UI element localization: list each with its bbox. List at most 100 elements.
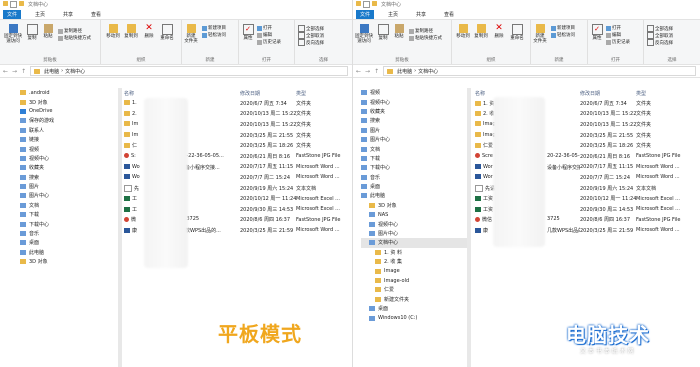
nav-item[interactable]: 2. 收 集 <box>361 257 471 266</box>
up-icon[interactable]: ↑ <box>21 68 26 75</box>
rename-button[interactable]: 重命名 <box>509 24 525 41</box>
file-date: 2020/9/30 周三 14:53 <box>240 206 294 213</box>
nav-item[interactable]: 1. 资 料 <box>361 248 471 257</box>
up-icon[interactable]: ↑ <box>374 68 379 75</box>
tab-home[interactable]: 主页 <box>31 10 49 19</box>
forward-icon[interactable]: → <box>365 68 370 75</box>
nav-scrollbar[interactable] <box>118 88 122 367</box>
column-header-cell[interactable]: 类型 <box>636 90 696 97</box>
tab-home[interactable]: 主页 <box>384 10 402 19</box>
pin-quick-access-button[interactable]: 固定到快 速访问 <box>4 24 22 44</box>
nav-item[interactable]: 桌面 <box>361 182 471 191</box>
open-button[interactable]: 打开 <box>257 25 272 31</box>
back-icon[interactable]: ← <box>356 68 361 75</box>
folder-icon[interactable] <box>356 1 361 6</box>
edit-button[interactable]: 编辑 <box>606 32 621 38</box>
new-folder-button[interactable]: 新建 文件夹 <box>184 24 198 44</box>
properties-button[interactable]: ✓ 属性 <box>591 24 603 41</box>
select-all-button[interactable]: 全部选择 <box>298 25 324 32</box>
new-folder-icon[interactable] <box>19 1 24 6</box>
nav-item[interactable]: 仁爱 <box>361 285 471 294</box>
paste-shortcut-button[interactable]: 粘贴快捷方式 <box>409 35 442 41</box>
forward-icon[interactable]: → <box>12 68 17 75</box>
column-header-cell[interactable]: 类型 <box>296 90 352 97</box>
copy-path-button[interactable]: 复制路径 <box>58 28 82 34</box>
nav-item[interactable]: 下载中心 <box>361 163 471 172</box>
nav-item[interactable]: 下载 <box>361 154 471 163</box>
properties-icon[interactable] <box>10 1 17 8</box>
back-icon[interactable]: ← <box>3 68 8 75</box>
nav-item[interactable]: 音乐 <box>361 173 471 182</box>
delete-button[interactable]: ✕ 删除 <box>143 24 155 40</box>
nav-item[interactable]: 新建文件夹 <box>361 295 471 304</box>
column-header-cell[interactable]: 修改日期 <box>580 90 636 97</box>
copy-button[interactable]: 复制 <box>26 24 38 41</box>
nav-item[interactable]: 桌面 <box>361 304 471 313</box>
tab-share[interactable]: 共享 <box>59 10 77 19</box>
nav-item[interactable]: 3D 对象 <box>361 201 471 210</box>
properties-button[interactable]: ✓ 属性 <box>242 24 254 41</box>
tab-view[interactable]: 查看 <box>87 10 105 19</box>
breadcrumb-pc[interactable]: 此电脑 <box>44 68 59 75</box>
nav-item[interactable]: 图片中心 <box>361 229 471 238</box>
nav-item[interactable]: 此电脑 <box>361 191 471 200</box>
copy-path-button[interactable]: 复制路径 <box>409 28 433 34</box>
new-folder-button[interactable]: 新建 文件夹 <box>533 24 547 44</box>
paste-button[interactable]: 粘贴 <box>393 24 405 39</box>
new-folder-icon[interactable] <box>372 1 377 6</box>
nav-item[interactable]: 收藏夹 <box>361 107 471 116</box>
nav-item[interactable]: 视频中心 <box>361 219 471 228</box>
invert-selection-button[interactable]: 反向选择 <box>298 39 324 46</box>
invert-selection-button[interactable]: 反向选择 <box>647 39 673 46</box>
nav-item[interactable]: 图片 <box>361 126 471 135</box>
tab-share[interactable]: 共享 <box>412 10 430 19</box>
easy-access-button[interactable]: 轻松访问 <box>551 32 575 38</box>
move-to-button[interactable]: 移动到 <box>105 24 121 39</box>
nav-item[interactable]: Windows10 (C:) <box>361 313 471 322</box>
pin-quick-access-button[interactable]: 固定到快 速访问 <box>355 24 373 44</box>
breadcrumb-pc[interactable]: 此电脑 <box>397 68 412 75</box>
nav-item[interactable]: Image <box>361 266 471 275</box>
history-button[interactable]: 历史记录 <box>606 39 630 45</box>
tab-file[interactable]: 文件 <box>356 10 375 19</box>
easy-access-button[interactable]: 轻松访问 <box>202 32 226 38</box>
nav-item[interactable]: 视频 <box>361 88 471 97</box>
tab-file[interactable]: 文件 <box>3 10 22 19</box>
nav-scrollbar[interactable] <box>467 88 471 367</box>
edit-button[interactable]: 编辑 <box>257 32 272 38</box>
copy-to-button[interactable]: 复制到 <box>473 24 489 39</box>
breadcrumb-folder[interactable]: 文档中心 <box>65 68 85 75</box>
history-button[interactable]: 历史记录 <box>257 39 281 45</box>
column-header-cell[interactable]: 名称 <box>475 90 580 97</box>
copy-button[interactable]: 复制 <box>377 24 389 41</box>
copy-to-button[interactable]: 复制到 <box>123 24 139 39</box>
paste-shortcut-button[interactable]: 粘贴快捷方式 <box>58 35 91 41</box>
nav-item[interactable]: 搜索 <box>361 116 471 125</box>
new-item-button[interactable]: 新建项目 <box>202 25 226 31</box>
breadcrumb[interactable]: 此电脑 › 文档中心 <box>383 66 696 76</box>
select-none-button[interactable]: 全部取消 <box>298 32 324 39</box>
column-header-cell[interactable]: 名称 <box>124 90 240 97</box>
nav-item[interactable]: 文档 <box>361 144 471 153</box>
breadcrumb[interactable]: 此电脑 › 文档中心 <box>30 66 348 76</box>
nav-item[interactable]: Image-old <box>361 276 471 285</box>
new-item-button[interactable]: 新建项目 <box>551 25 575 31</box>
nav-item[interactable]: 图片中心 <box>361 135 471 144</box>
properties-icon[interactable] <box>363 1 370 8</box>
move-to-button[interactable]: 移动到 <box>455 24 471 39</box>
select-all-button[interactable]: 全部选择 <box>647 25 673 32</box>
select-none-button[interactable]: 全部取消 <box>647 32 673 39</box>
open-button[interactable]: 打开 <box>606 25 621 31</box>
breadcrumb-folder[interactable]: 文档中心 <box>418 68 438 75</box>
nav-item[interactable]: NAS <box>361 210 471 219</box>
rename-button[interactable]: 重命名 <box>159 24 175 41</box>
column-header-cell[interactable]: 修改日期 <box>240 90 296 97</box>
folder-icon[interactable] <box>3 1 8 6</box>
nav-item-label: 视频 <box>29 146 40 153</box>
nav-item[interactable]: 视频中心 <box>361 97 471 106</box>
tab-view[interactable]: 查看 <box>440 10 458 19</box>
nav-item[interactable]: 文档中心 <box>361 238 471 248</box>
paste-button[interactable]: 粘贴 <box>42 24 54 39</box>
ribbon-tabs: 文件 主页 共享 查看 <box>353 9 700 19</box>
delete-button[interactable]: ✕ 删除 <box>493 24 505 40</box>
